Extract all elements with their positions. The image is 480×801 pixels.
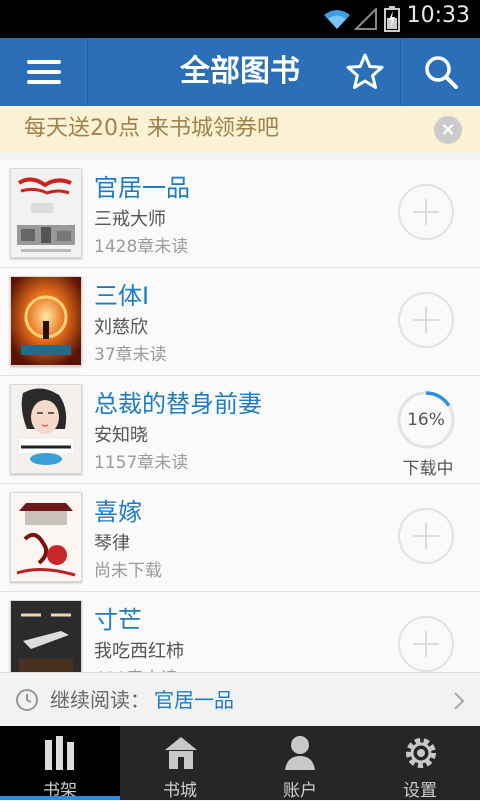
bottom-tab-bar: 书架 书城 账户 设置 [0, 726, 480, 801]
book-item[interactable]: 寸芒 我吃西红柿 400章未读 [0, 592, 480, 672]
tab-store[interactable]: 书城 [120, 726, 240, 801]
continue-reading-label: 继续阅读： [50, 688, 150, 712]
downloading-label: 下载中 [402, 459, 454, 479]
clock-icon [16, 689, 38, 711]
app-header: 全部图书 [0, 38, 480, 106]
book-cover-art [11, 493, 81, 581]
search-button[interactable] [400, 38, 480, 106]
book-cover [10, 276, 82, 366]
tab-bookshelf[interactable]: 书架 [0, 726, 120, 801]
bookshelf-icon [45, 736, 74, 770]
book-list[interactable]: 官居一品 三戒大师 1428章未读 三体I 刘慈欣 37章未读 总裁的替身前妻 … [0, 160, 480, 672]
book-cover [10, 384, 82, 474]
book-title: 总裁的替身前妻 [94, 390, 262, 418]
book-author: 琴律 [94, 533, 130, 554]
menu-icon [27, 60, 61, 64]
book-item[interactable]: 官居一品 三戒大师 1428章未读 [0, 160, 480, 268]
signal-icon [354, 8, 377, 30]
book-title: 三体I [94, 282, 150, 310]
book-cover [10, 492, 82, 582]
book-status: 1157章未读 [94, 453, 189, 473]
book-cover-art [11, 277, 81, 365]
menu-icon-line [27, 70, 61, 74]
tab-account[interactable]: 账户 [240, 726, 360, 801]
book-title: 喜嫁 [94, 498, 142, 526]
promo-text: 每天送20点 来书城领券吧 [24, 116, 279, 141]
book-cover-art [11, 601, 81, 672]
add-button[interactable] [398, 616, 454, 672]
search-icon [425, 56, 458, 89]
store-icon [165, 737, 197, 769]
status-bar: 10:33 [0, 0, 480, 38]
wifi-icon [324, 10, 350, 29]
book-status: 400章未读 [94, 664, 177, 672]
book-item[interactable]: 喜嫁 琴律 尚未下载 [0, 484, 480, 592]
book-item[interactable]: 三体I 刘慈欣 37章未读 [0, 268, 480, 376]
promo-banner[interactable]: 每天送20点 来书城领券吧 × [0, 106, 480, 152]
chevron-right-icon [454, 692, 465, 710]
book-cover [10, 168, 82, 258]
menu-button[interactable] [0, 38, 88, 106]
book-status: 尚未下载 [94, 561, 162, 581]
book-cover-art [11, 169, 81, 257]
battery-charging-icon [384, 6, 400, 32]
add-button[interactable] [398, 292, 454, 348]
book-author: 我吃西红柿 [94, 641, 184, 662]
account-icon [285, 736, 315, 770]
book-title: 寸芒 [94, 606, 142, 634]
add-button[interactable] [398, 184, 454, 240]
book-status: 1428章未读 [94, 237, 189, 257]
favorite-button[interactable] [330, 38, 400, 106]
tab-label: 账户 [283, 781, 317, 801]
book-title: 官居一品 [94, 174, 190, 202]
menu-icon-line [27, 80, 61, 84]
close-icon: × [440, 119, 456, 140]
book-status: 37章未读 [94, 345, 167, 365]
settings-icon [406, 738, 436, 768]
book-author: 安知晓 [94, 425, 148, 446]
continue-reading-book[interactable]: 官居一品 [154, 673, 234, 727]
tab-label: 设置 [403, 781, 437, 801]
add-button[interactable] [398, 508, 454, 564]
promo-close-button[interactable]: × [434, 116, 462, 144]
book-item[interactable]: 总裁的替身前妻 安知晓 1157章未读 16% 下载中 [0, 376, 480, 484]
status-time: 10:33 [406, 3, 470, 28]
continue-reading-bar[interactable]: 继续阅读： 官居一品 [0, 672, 480, 726]
book-cover-art [11, 385, 81, 473]
book-cover [10, 600, 82, 672]
download-progress-ring[interactable]: 16% [396, 390, 456, 450]
tab-label: 书城 [163, 781, 197, 801]
download-progress-label: 16% [407, 410, 445, 430]
book-author: 三戒大师 [94, 209, 166, 230]
tab-settings[interactable]: 设置 [360, 726, 480, 801]
book-author: 刘慈欣 [94, 317, 148, 338]
active-tab-indicator [0, 796, 120, 800]
star-icon [346, 53, 384, 89]
